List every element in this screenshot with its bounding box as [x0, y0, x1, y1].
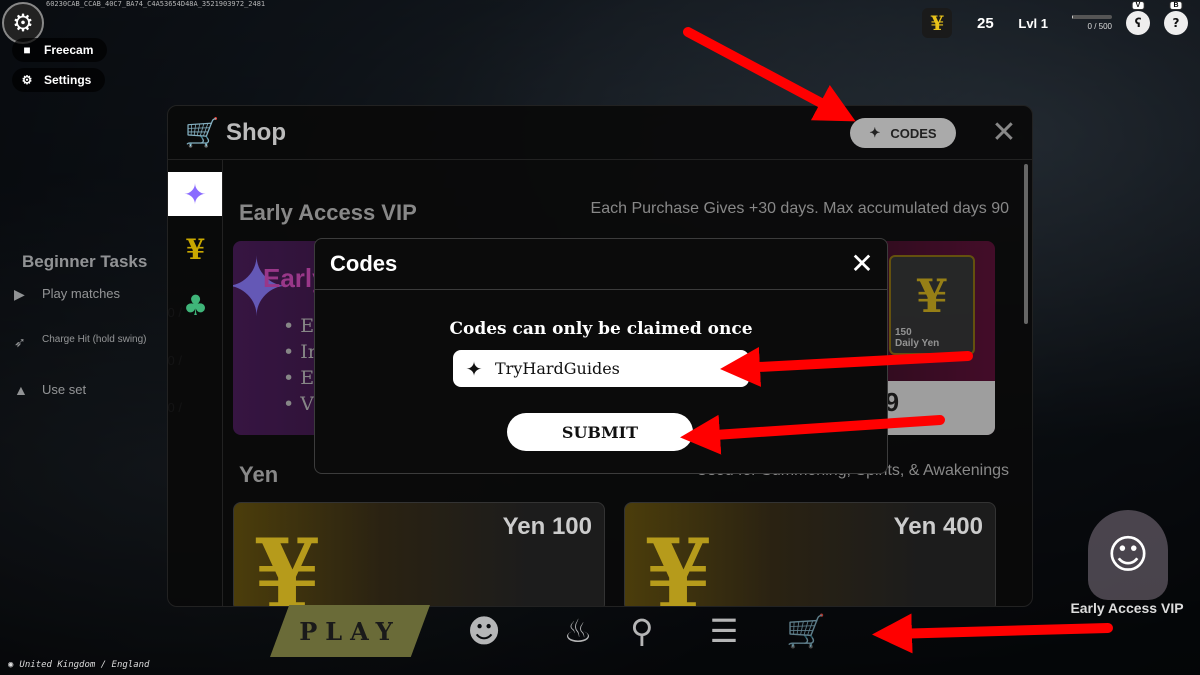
- yen-section-title: Yen: [239, 462, 279, 487]
- reward-amount: 150: [895, 327, 912, 338]
- checklist-icon: ☰: [709, 612, 739, 650]
- shop-close-button[interactable]: ✕: [988, 118, 1020, 150]
- bear-icon: ʕ: [1134, 16, 1142, 30]
- yen-icon: ¥: [645, 518, 712, 607]
- character-portrait: ☺: [1088, 510, 1168, 600]
- racket-icon: ⚲: [630, 612, 654, 650]
- region-text: United Kingdom / England: [19, 660, 150, 670]
- currency-value: 25: [977, 14, 994, 32]
- gear-icon: ⚙: [12, 9, 34, 37]
- codes-dialog-close-button[interactable]: ✕: [847, 249, 877, 279]
- close-icon: ✕: [991, 115, 1017, 150]
- settings-button[interactable]: ⚙ Settings: [12, 68, 106, 92]
- vip-corner-label: Early Access VIP: [1070, 600, 1184, 616]
- shop-sidebar: ✦ ¥ ♣: [168, 160, 223, 606]
- yen-icon: ¥: [254, 518, 321, 607]
- code-input-field[interactable]: ✦: [453, 350, 749, 387]
- gear-icon: ⚙: [21, 73, 33, 87]
- shop-title: Shop: [226, 118, 286, 146]
- play-button[interactable]: PLAY: [270, 605, 430, 657]
- character-icon: ☻: [467, 612, 501, 650]
- codes-button[interactable]: ✦ CODES: [850, 118, 956, 148]
- hotkey-v: V: [1131, 1, 1145, 10]
- tab-clover[interactable]: ♣: [168, 282, 223, 328]
- camera-icon: ■: [23, 43, 31, 57]
- vip-reward-card: ¥ 150 Daily Yen: [889, 255, 975, 355]
- task-progress: 0 /: [14, 400, 182, 415]
- play-icon: ▶: [14, 286, 25, 302]
- task-item: ▲ Use set: [14, 382, 182, 398]
- xp-meter: 0 / 500: [1062, 15, 1112, 31]
- spirits-menu-button[interactable]: ♨: [546, 605, 610, 657]
- yen-product-card[interactable]: ¥ Yen 100: [233, 502, 605, 607]
- codes-dialog-header: Codes: [315, 239, 887, 290]
- task-item: ▶ Play matches: [14, 286, 182, 303]
- tasks-title: Beginner Tasks: [22, 252, 148, 271]
- yen-icon: ¥: [915, 269, 948, 323]
- submit-button[interactable]: SUBMIT: [507, 413, 693, 451]
- tasks-menu-button[interactable]: ☰: [692, 605, 756, 657]
- level-label: Lvl 1: [1018, 15, 1048, 31]
- swing-icon: ➶: [14, 334, 26, 350]
- sparkles-icon: ✦: [183, 177, 207, 211]
- codes-button-label: CODES: [890, 125, 937, 141]
- beginner-tasks-panel: Beginner Tasks ▶ Play matches 0 / ➶ Char…: [14, 252, 182, 415]
- vip-section-title: Early Access VIP: [239, 200, 417, 225]
- hotkey-b: B: [1169, 1, 1183, 10]
- globe-icon: ◉: [8, 660, 14, 670]
- shop-menu-button[interactable]: 🛒: [774, 605, 838, 657]
- settings-label: Settings: [44, 73, 92, 87]
- vip-section-desc: Each Purchase Gives +30 days. Max accumu…: [590, 200, 1009, 217]
- task-label: Play matches: [42, 286, 121, 301]
- cone-icon: ▲: [14, 382, 28, 398]
- codes-dialog: Codes ✕ Codes can only be claimed once ✦…: [314, 238, 888, 474]
- xp-bar-fill: [1072, 15, 1073, 19]
- character-menu-button[interactable]: ☻: [452, 605, 516, 657]
- early-access-vip-button[interactable]: ☺ Early Access VIP: [1058, 510, 1196, 660]
- yen-icon: ¥: [185, 232, 206, 266]
- sparkle-icon: ✦: [869, 125, 881, 140]
- tab-vip[interactable]: ✦: [168, 172, 222, 216]
- session-id: 60230CAB_CCAB_40C7_BA74_C4A53654D48A_352…: [46, 0, 266, 8]
- codes-dialog-message: Codes can only be claimed once: [449, 319, 753, 339]
- avatar-menu-button[interactable]: V ʕ: [1126, 1, 1150, 35]
- freecam-button[interactable]: ■ Freecam: [12, 38, 108, 62]
- sparkle-icon: ✦: [465, 356, 483, 381]
- yen-card-title: Yen 100: [502, 513, 592, 540]
- yen-product-card[interactable]: ¥ Yen 400: [624, 502, 996, 607]
- task-item: ➶ Charge Hit (hold swing): [14, 334, 182, 351]
- codes-dialog-title: Codes: [330, 251, 398, 276]
- xp-bar: [1072, 15, 1112, 19]
- flame-icon: ♨: [563, 612, 593, 650]
- question-icon: ?: [1172, 16, 1180, 30]
- yen-currency-icon: ¥: [922, 8, 953, 38]
- close-icon: ✕: [850, 247, 874, 280]
- top-hud: ¥ 25 Lvl 1 0 / 500 V ʕ B ?: [922, 1, 1200, 40]
- task-progress: 0 /: [14, 305, 182, 320]
- task-progress: 0 /: [14, 353, 182, 368]
- freecam-label: Freecam: [44, 43, 94, 57]
- help-button[interactable]: B ?: [1164, 1, 1188, 35]
- tab-yen[interactable]: ¥: [168, 226, 223, 272]
- vip-section-header: Early Access VIP Each Purchase Gives +30…: [239, 200, 1009, 226]
- code-input[interactable]: [495, 359, 745, 378]
- yen-card-title: Yen 400: [893, 513, 983, 540]
- xp-text: 0 / 500: [1087, 22, 1112, 31]
- task-label: Charge Hit (hold swing): [42, 334, 147, 345]
- racket-menu-button[interactable]: ⚲: [610, 605, 674, 657]
- region-indicator: ◉ United Kingdom / England: [8, 660, 149, 670]
- task-label: Use set: [42, 382, 87, 397]
- bottom-bar: PLAY ☻ ♨ ⚲ ☰ 🛒: [270, 600, 890, 662]
- reward-label: Daily Yen: [895, 338, 940, 349]
- shop-scrollbar[interactable]: [1024, 164, 1028, 324]
- clover-icon: ♣: [182, 288, 209, 322]
- shopping-cart-icon: 🛒: [786, 612, 826, 650]
- shopping-cart-icon: 🛒: [184, 116, 220, 149]
